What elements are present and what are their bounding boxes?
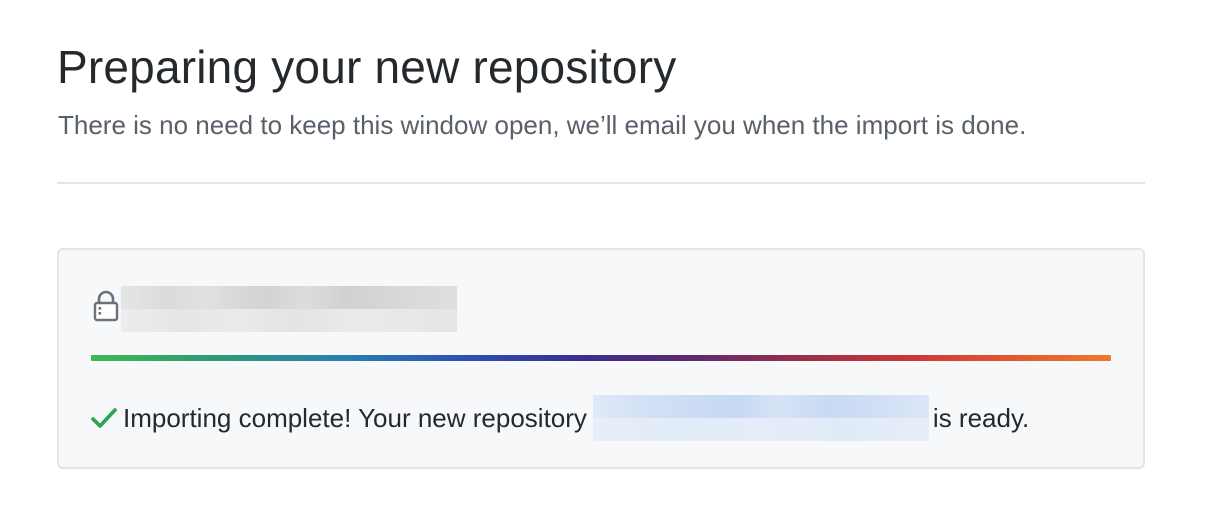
status-suffix: is ready. [932,402,1030,433]
page-title: Preparing your new repository [57,41,677,93]
new-repository-link[interactable] [592,395,929,441]
page-subtitle: There is no need to keep this window ope… [58,110,1027,140]
import-status-panel: Importing complete! Your new repository … [57,248,1145,469]
import-progress-bar [91,355,1111,361]
check-icon [91,408,117,428]
status-prefix: Importing complete! Your new repository [123,402,587,433]
import-page: Preparing your new repository There is n… [0,0,1220,532]
lock-icon [93,290,119,322]
header-divider [57,182,1145,184]
import-status-message: Importing complete! Your new repository … [91,395,1030,441]
repo-name-redacted [121,286,457,332]
